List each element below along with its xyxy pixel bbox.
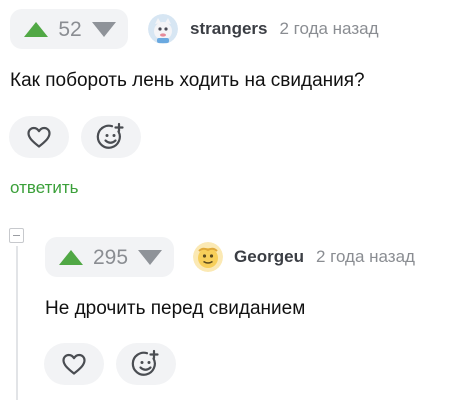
reply-author[interactable]: Georgeu — [234, 247, 304, 267]
reply-score: 295 — [93, 245, 129, 269]
reply-heart-icon — [62, 353, 86, 375]
vote-box: 52 — [10, 9, 128, 49]
reply-vote-box: 295 — [45, 237, 175, 277]
comment-score: 52 — [58, 17, 82, 41]
reply-smiley-plus-icon — [131, 349, 159, 376]
heart-icon — [27, 126, 51, 148]
thread-line[interactable] — [16, 246, 18, 400]
reply-header: 295 Georgeu 2 года назад — [45, 237, 415, 277]
reply-avatar-image — [193, 242, 224, 272]
like-button[interactable] — [9, 116, 69, 158]
comment-author[interactable]: strangers — [190, 19, 267, 39]
downvote-arrow-icon[interactable] — [92, 21, 116, 37]
reply-react-button[interactable] — [116, 343, 176, 385]
reply-upvote-arrow-icon[interactable] — [59, 249, 83, 265]
avatar-image — [148, 14, 178, 44]
upvote-arrow-icon[interactable] — [24, 21, 48, 37]
comments-thread: 52 strangers 2 года назад Как побороть л… — [0, 0, 459, 400]
reply-time[interactable]: 2 года назад — [316, 247, 415, 267]
comment-text: Как побороть лень ходить на свидания? — [10, 70, 365, 91]
comment-header: 52 strangers 2 года назад — [10, 9, 379, 49]
react-button[interactable] — [81, 116, 141, 158]
smiley-plus-icon — [96, 122, 124, 149]
avatar[interactable] — [148, 14, 178, 44]
reply-like-button[interactable] — [44, 343, 104, 385]
comment-time[interactable]: 2 года назад — [279, 19, 378, 39]
reply-link[interactable]: ответить — [10, 178, 79, 198]
collapse-thread-icon[interactable] — [9, 228, 24, 243]
reply-downvote-arrow-icon[interactable] — [138, 249, 163, 265]
reply-text: Не дрочить перед свиданием — [45, 298, 306, 319]
reply-avatar[interactable] — [193, 242, 224, 272]
